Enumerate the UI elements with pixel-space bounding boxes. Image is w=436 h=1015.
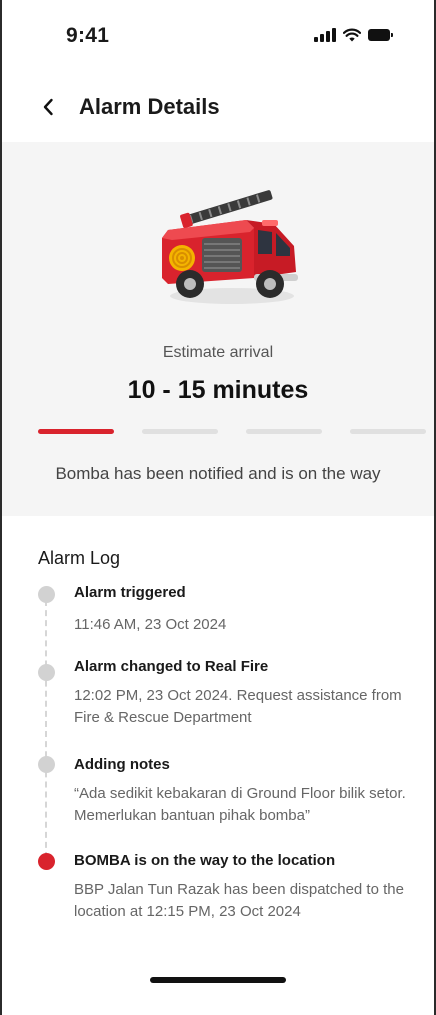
status-time: 9:41	[66, 24, 110, 47]
page-title: Alarm Details	[79, 94, 220, 119]
log-item-title: Alarm changed to Real Fire	[74, 658, 269, 675]
log-item-detail: 11:46 AM, 23 Oct 2024	[74, 616, 227, 633]
back-button[interactable]	[34, 92, 62, 122]
dispatch-status-text: Bomba has been notified and is on the wa…	[55, 464, 381, 483]
app-screen: 9:41 Alarm Details Estimate arrival 10 -…	[0, 0, 436, 1015]
log-item-detail: 12:02 PM, 23 Oct 2024. Request assistanc…	[74, 687, 402, 726]
eta-value: 10 - 15 minutes	[127, 376, 309, 404]
timeline-dot	[38, 756, 55, 773]
battery-icon	[368, 29, 393, 41]
timeline-connector	[45, 600, 47, 858]
progress-segment	[350, 429, 426, 434]
eta-label: Estimate arrival	[162, 344, 274, 361]
home-indicator[interactable]	[150, 977, 286, 983]
log-item-title: BOMBA is on the way to the location	[74, 852, 336, 869]
log-item-detail: “Ada sedikit kebakaran di Ground Floor b…	[74, 785, 406, 824]
alarm-log-title: Alarm Log	[38, 548, 121, 568]
arrival-progress	[38, 429, 426, 434]
header: Alarm Details	[2, 86, 434, 128]
log-item-title: Adding notes	[74, 756, 170, 773]
log-item-detail: BBP Jalan Tun Razak has been dispatched …	[74, 881, 404, 920]
arrival-panel: Estimate arrival 10 - 15 minutes Bomba h…	[2, 142, 434, 516]
progress-segment	[142, 429, 218, 434]
timeline-dot	[38, 586, 55, 603]
timeline-dot-active	[38, 853, 55, 870]
cellular-signal-icon	[314, 28, 336, 42]
log-item-title: Alarm triggered	[74, 584, 186, 601]
status-icons	[314, 28, 393, 42]
status-bar: 9:41	[2, 0, 434, 72]
progress-segment-active	[38, 429, 114, 434]
timeline-dot	[38, 664, 55, 681]
progress-segment	[246, 429, 322, 434]
wifi-icon	[343, 28, 361, 42]
chevron-left-icon	[43, 98, 53, 116]
fire-truck-illustration	[162, 190, 298, 304]
